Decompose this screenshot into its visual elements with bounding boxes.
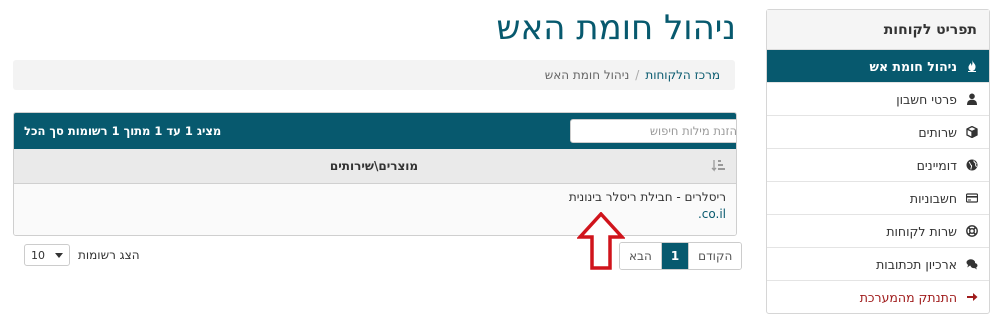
- table-toolbar: מציג 1 עד 1 מתוך 1 רשומות סך הכל: [14, 113, 736, 149]
- breadcrumb-home-link[interactable]: מרכז הלקוחות: [645, 68, 720, 82]
- sidebar-item-correspondence-archive[interactable]: ארכיון תכתובות: [767, 248, 989, 281]
- page-length-value: 10: [31, 248, 45, 262]
- pagination-next-button[interactable]: הבא: [620, 243, 661, 269]
- sidebar-item-label: שרות לקוחות: [886, 223, 957, 239]
- sidebar-item-firewall[interactable]: ניהול חומת אש: [767, 50, 989, 83]
- globe-icon: [965, 158, 979, 172]
- sidebar-item-domains[interactable]: דומיינים: [767, 149, 989, 182]
- sidebar-item-label: דומיינים: [916, 157, 957, 173]
- sidebar-title: תפריט לקוחות: [767, 10, 989, 50]
- breadcrumb: מרכז הלקוחות / ניהול חומת האש: [13, 60, 735, 90]
- row-product-name: ריסלרים - חבילת ריסלר בינונית: [568, 190, 726, 204]
- page-length-select[interactable]: 10: [24, 244, 70, 266]
- sidebar-item-label: ארכיון תכתובות: [876, 256, 957, 272]
- client-menu-sidebar: תפריט לקוחות ניהול חומת אש פרטי חשבון שר…: [766, 9, 990, 314]
- breadcrumb-current: ניהול חומת האש: [544, 68, 630, 82]
- sidebar-item-logout[interactable]: התנתק מהמערכת: [767, 281, 989, 313]
- comments-icon: [965, 257, 979, 271]
- life-ring-icon: [965, 224, 979, 238]
- sidebar-item-label: התנתק מהמערכת: [859, 289, 957, 305]
- sidebar-item-account-details[interactable]: פרטי חשבון: [767, 83, 989, 116]
- products-table-panel: מציג 1 עד 1 מתוך 1 רשומות סך הכל מוצרים\…: [13, 112, 737, 236]
- arrow-right-icon: [965, 290, 979, 304]
- sidebar-item-label: פרטי חשבון: [896, 91, 957, 107]
- search-input[interactable]: [570, 119, 736, 143]
- record-summary: מציג 1 עד 1 מתוך 1 רשומות סך הכל: [24, 124, 222, 138]
- annotation-arrow-icon: [577, 212, 625, 270]
- cube-icon: [965, 125, 979, 139]
- sidebar-item-invoices[interactable]: חשבוניות: [767, 182, 989, 215]
- table-row[interactable]: ריסלרים - חבילת ריסלר בינונית .co.il: [14, 184, 736, 235]
- fire-icon: [965, 59, 979, 73]
- sidebar-item-label: שרותים: [918, 124, 957, 140]
- user-icon: [965, 92, 979, 106]
- row-domain-link[interactable]: .co.il: [698, 207, 726, 221]
- chevron-down-icon: [55, 249, 63, 262]
- sidebar-item-label: חשבוניות: [909, 190, 957, 206]
- sort-icon[interactable]: [711, 158, 727, 174]
- page-length-control: 10 הצג רשומות: [24, 244, 140, 266]
- credit-card-icon: [965, 191, 979, 205]
- sidebar-item-label: ניהול חומת אש: [869, 58, 957, 74]
- pagination-prev-button[interactable]: הקודם: [688, 243, 742, 269]
- pagination-page-1[interactable]: 1: [660, 243, 689, 269]
- sidebar-item-services[interactable]: שרותים: [767, 116, 989, 149]
- sidebar-item-support[interactable]: שרות לקוחות: [767, 215, 989, 248]
- pagination: הבא 1 הקודם: [619, 242, 743, 270]
- column-header-products[interactable]: מוצרים\שירותים: [284, 149, 464, 183]
- page-title: ניהול חומת האש: [496, 8, 736, 48]
- page-length-label: הצג רשומות: [78, 248, 140, 262]
- breadcrumb-separator: /: [635, 68, 640, 82]
- table-header: מוצרים\שירותים: [14, 149, 736, 184]
